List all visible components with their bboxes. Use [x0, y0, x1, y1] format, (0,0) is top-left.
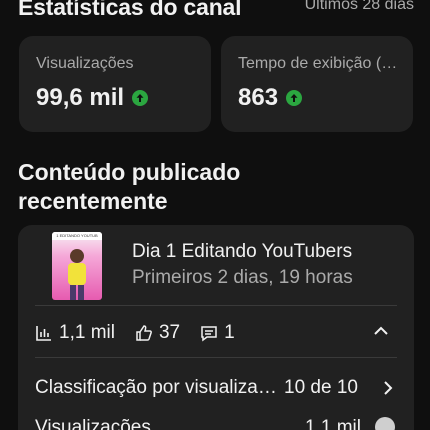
- video-age: Primeiros 2 dias, 19 horas: [132, 267, 353, 288]
- likes-count: 37: [158, 322, 181, 343]
- comments-count: 1: [224, 322, 235, 343]
- video-views-row: Visualizações 1,1 mil: [35, 417, 397, 430]
- ranking-label: Classificação por visualizações: [35, 377, 285, 398]
- channel-analytics-page: Estatísticas do canal Últimos 28 dias Vi…: [0, 0, 430, 430]
- thumbs-up-icon: [136, 325, 152, 341]
- likes-metric: 37: [135, 322, 180, 344]
- thumbnail-person-image: [68, 249, 86, 300]
- ranking-value: 10 de 10: [284, 377, 358, 398]
- views-row-label: Visualizações: [35, 417, 151, 430]
- recent-video-card[interactable]: 1 EDITANDO YOUTUB Dia 1 Editando YouTube…: [18, 225, 414, 430]
- recent-content-title: Conteúdo publicado recentemente: [18, 159, 241, 214]
- info-icon[interactable]: [375, 417, 395, 430]
- views-row-value: 1,1 mil: [305, 417, 361, 430]
- ranking-row[interactable]: Classificação por visualizações 10 de 10: [35, 377, 397, 401]
- divider: [35, 357, 397, 358]
- channel-stats-header: Estatísticas do canal Últimos 28 dias: [18, 0, 414, 28]
- page-title: Estatísticas do canal: [18, 0, 242, 20]
- chevron-up-icon[interactable]: [371, 321, 391, 341]
- chevron-right-icon[interactable]: [379, 379, 397, 397]
- comments-metric: 1: [200, 322, 235, 344]
- arrow-up-circle-icon: [132, 90, 149, 106]
- divider: [35, 305, 397, 306]
- stat-label-watch-time: Tempo de exibição (horas): [238, 55, 401, 72]
- stat-number-views: 99,6 mil: [36, 84, 125, 111]
- date-range-label[interactable]: Últimos 28 dias: [305, 0, 414, 14]
- views-count: 1,1 mil: [59, 322, 115, 343]
- video-metrics-row: 1,1 mil 37 1: [35, 321, 397, 345]
- stat-label-views: Visualizações: [36, 55, 134, 72]
- video-thumbnail[interactable]: 1 EDITANDO YOUTUB: [52, 232, 102, 300]
- views-stat-card[interactable]: Visualizações 99,6 mil: [19, 36, 211, 132]
- thumbnail-caption: 1 EDITANDO YOUTUB: [56, 233, 98, 238]
- watch-time-stat-card[interactable]: Tempo de exibição (horas) 863: [221, 36, 413, 132]
- stat-value-views: 99,6 mil: [36, 84, 149, 112]
- comment-icon: [201, 326, 217, 342]
- stat-value-watch-time: 863: [238, 84, 303, 112]
- views-metric: 1,1 mil: [35, 322, 115, 344]
- arrow-up-circle-icon: [286, 90, 303, 106]
- stat-number-watch-time: 863: [238, 84, 279, 111]
- video-title[interactable]: Dia 1 Editando YouTubers: [132, 241, 402, 263]
- bar-chart-icon: [36, 326, 51, 341]
